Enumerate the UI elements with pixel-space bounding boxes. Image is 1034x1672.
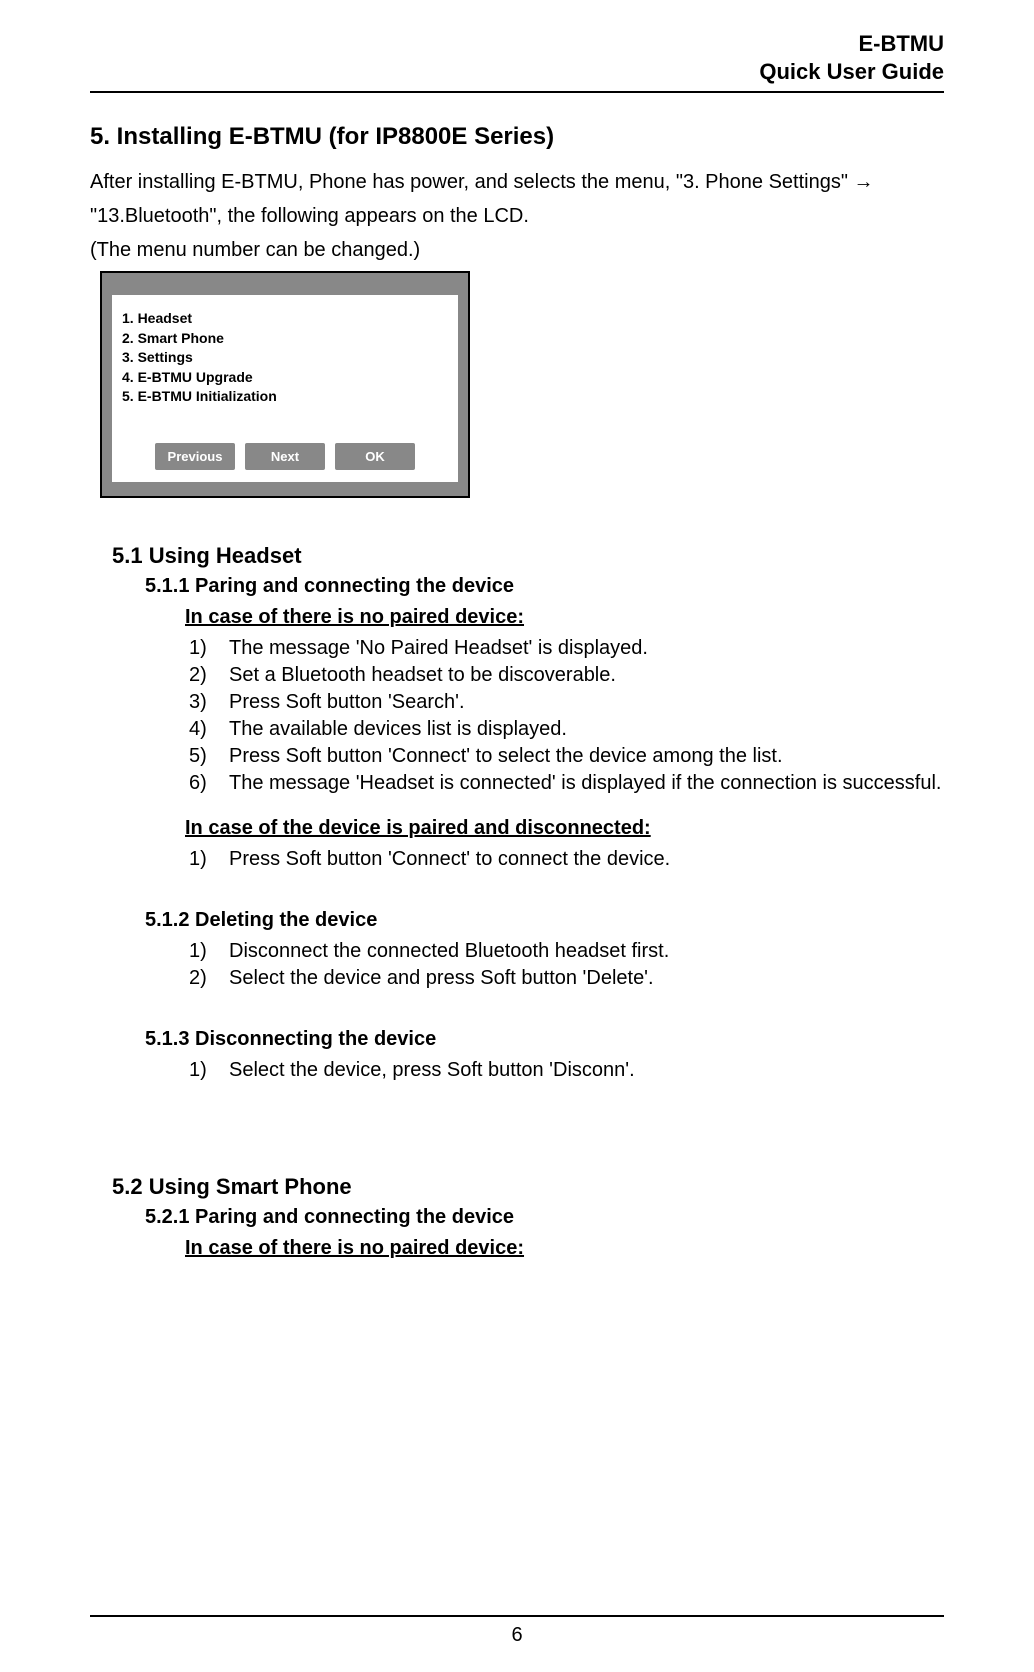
doc-header: E-BTMU Quick User Guide xyxy=(90,30,944,91)
step-item: 2)Set a Bluetooth headset to be discover… xyxy=(185,662,944,689)
header-rule xyxy=(90,91,944,93)
lcd-screen: 1. Headset 2. Smart Phone 3. Settings 4.… xyxy=(112,295,458,482)
intro-line-3: (The menu number can be changed.) xyxy=(90,237,944,263)
section-title: 5. Installing E-BTMU (for IP8800E Series… xyxy=(90,123,944,151)
step-item: 4)The available devices list is displaye… xyxy=(185,716,944,743)
step-number: 2) xyxy=(185,662,229,689)
step-text: Select the device, press Soft button 'Di… xyxy=(229,1057,944,1084)
steps-list-paired-disconnected: 1)Press Soft button 'Connect' to connect… xyxy=(185,846,944,873)
lcd-menu-item: 4. E-BTMU Upgrade xyxy=(122,368,448,388)
lcd-menu-item: 2. Smart Phone xyxy=(122,329,448,349)
steps-list-deleting: 1)Disconnect the connected Bluetooth hea… xyxy=(185,938,944,992)
lcd-ok-button: OK xyxy=(335,443,415,470)
lcd-softkey-row: Previous Next OK xyxy=(122,443,448,474)
steps-list-no-paired: 1)The message 'No Paired Headset' is dis… xyxy=(185,635,944,797)
step-item: 2)Select the device and press Soft butto… xyxy=(185,965,944,992)
intro-line-1: After installing E-BTMU, Phone has power… xyxy=(90,169,944,195)
lcd-next-button: Next xyxy=(245,443,325,470)
heading-5-1-2: 5.1.2 Deleting the device xyxy=(145,909,944,932)
step-item: 1)Press Soft button 'Connect' to connect… xyxy=(185,846,944,873)
lcd-previous-button: Previous xyxy=(155,443,235,470)
step-text: The available devices list is displayed. xyxy=(229,716,944,743)
lcd-mockup: 1. Headset 2. Smart Phone 3. Settings 4.… xyxy=(100,271,470,498)
step-number: 1) xyxy=(185,846,229,873)
step-number: 6) xyxy=(185,770,229,797)
step-item: 6)The message 'Headset is connected' is … xyxy=(185,770,944,797)
step-text: Press Soft button 'Search'. xyxy=(229,689,944,716)
step-number: 1) xyxy=(185,938,229,965)
step-number: 1) xyxy=(185,1057,229,1084)
lcd-menu-item: 5. E-BTMU Initialization xyxy=(122,387,448,407)
step-text: The message 'No Paired Headset' is displ… xyxy=(229,635,944,662)
step-item: 5)Press Soft button 'Connect' to select … xyxy=(185,743,944,770)
case-no-paired-heading: In case of there is no paired device: xyxy=(185,606,944,629)
lcd-menu-item: 3. Settings xyxy=(122,348,448,368)
doc-title-line1: E-BTMU xyxy=(90,30,944,58)
step-text: Select the device and press Soft button … xyxy=(229,965,944,992)
heading-5-2-1: 5.2.1 Paring and connecting the device xyxy=(145,1206,944,1229)
heading-5-1-3: 5.1.3 Disconnecting the device xyxy=(145,1028,944,1051)
intro-line-2: "13.Bluetooth", the following appears on… xyxy=(90,203,944,229)
step-number: 5) xyxy=(185,743,229,770)
heading-5-2: 5.2 Using Smart Phone xyxy=(112,1174,944,1200)
step-text: Disconnect the connected Bluetooth heads… xyxy=(229,938,944,965)
footer-rule xyxy=(90,1615,944,1617)
step-number: 4) xyxy=(185,716,229,743)
case-paired-disconnected-heading: In case of the device is paired and disc… xyxy=(185,817,944,840)
step-item: 1)Select the device, press Soft button '… xyxy=(185,1057,944,1084)
step-number: 1) xyxy=(185,635,229,662)
step-item: 3)Press Soft button 'Search'. xyxy=(185,689,944,716)
step-number: 3) xyxy=(185,689,229,716)
step-text: Set a Bluetooth headset to be discoverab… xyxy=(229,662,944,689)
heading-5-1: 5.1 Using Headset xyxy=(112,543,944,569)
step-text: Press Soft button 'Connect' to select th… xyxy=(229,743,944,770)
step-item: 1)The message 'No Paired Headset' is dis… xyxy=(185,635,944,662)
lcd-menu-item: 1. Headset xyxy=(122,309,448,329)
step-number: 2) xyxy=(185,965,229,992)
page-number: 6 xyxy=(0,1624,1034,1647)
steps-list-disconnecting: 1)Select the device, press Soft button '… xyxy=(185,1057,944,1084)
step-text: The message 'Headset is connected' is di… xyxy=(229,770,944,797)
case-smartphone-no-paired-heading: In case of there is no paired device: xyxy=(185,1237,944,1260)
heading-5-1-1: 5.1.1 Paring and connecting the device xyxy=(145,575,944,598)
step-item: 1)Disconnect the connected Bluetooth hea… xyxy=(185,938,944,965)
doc-title-line2: Quick User Guide xyxy=(90,58,944,86)
step-text: Press Soft button 'Connect' to connect t… xyxy=(229,846,944,873)
